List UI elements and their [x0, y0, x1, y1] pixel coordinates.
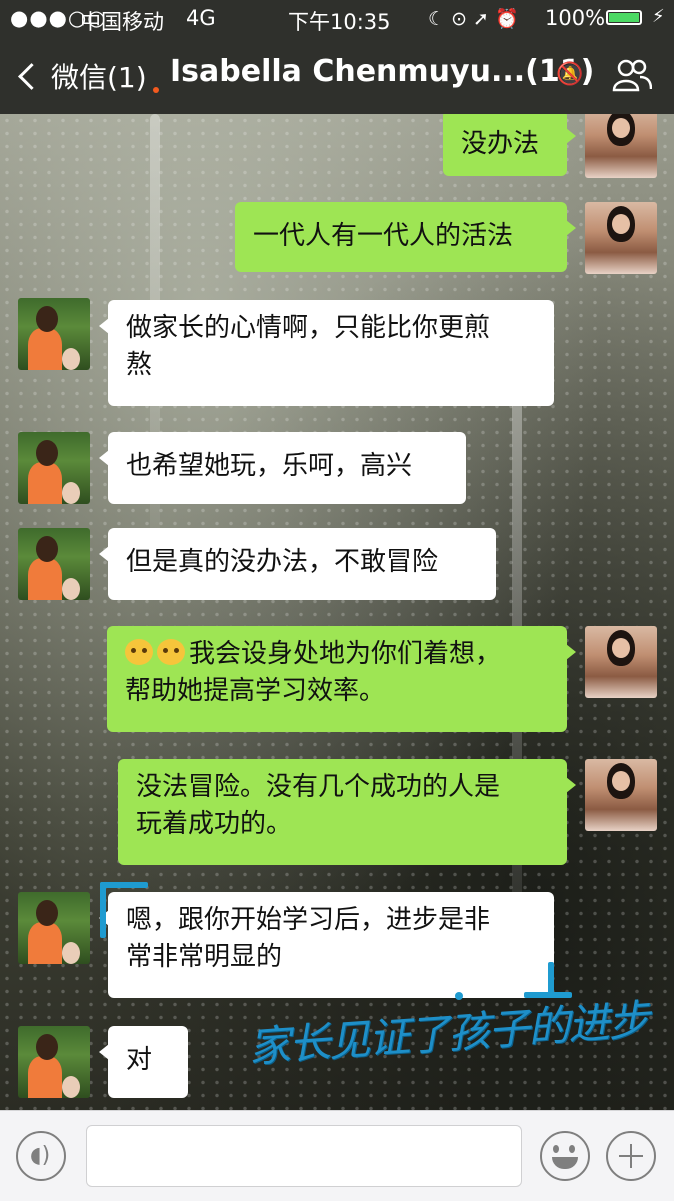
highlight-mark: [100, 882, 106, 938]
message-bubble[interactable]: 一代人有一代人的活法: [235, 202, 576, 272]
chat-title: Isabella Chenmuyu...(11): [170, 54, 595, 89]
message-text: 没办法: [461, 129, 540, 159]
voice-input-button[interactable]: ◖): [16, 1131, 66, 1181]
group-members-icon[interactable]: [612, 58, 652, 92]
message-text: 一代人有一代人的活法: [253, 221, 514, 251]
input-bar: ◖): [0, 1110, 674, 1201]
smiling-face-emoji-icon: [157, 639, 185, 665]
message-text: 做家长的心情啊，只能比你更煎: [126, 313, 491, 343]
message-text: 帮助她提高学习效率。: [125, 676, 386, 706]
network-type: 4G: [186, 6, 216, 30]
avatar[interactable]: [585, 114, 657, 178]
avatar[interactable]: [585, 759, 657, 831]
message-text: 玩着成功的。: [136, 809, 293, 839]
message-text: 对: [126, 1045, 153, 1075]
unread-dot: [153, 87, 159, 93]
avatar[interactable]: [585, 202, 657, 274]
back-label: 微信(1): [51, 61, 147, 94]
message-text: 也希望她玩，乐呵，高兴: [126, 451, 413, 481]
message-bubble[interactable]: 嗯，跟你开始学习后，进步是非 常非常明显的: [99, 892, 554, 998]
message-bubble[interactable]: 也希望她玩，乐呵，高兴: [99, 432, 466, 504]
avatar[interactable]: [585, 626, 657, 698]
chat-header: 微信(1) Isabella Chenmuyu...(11) 🔕: [0, 36, 674, 114]
avatar[interactable]: [18, 528, 90, 600]
message-text: 没法冒险。没有几个成功的人是: [136, 772, 501, 802]
back-button[interactable]: 微信(1): [14, 56, 147, 96]
message-bubble[interactable]: 做家长的心情啊，只能比你更煎 熬: [99, 300, 554, 406]
message-bubble[interactable]: 我会设身处地为你们着想， 帮助她提高学习效率。: [107, 626, 576, 732]
status-bar: ●●●○○ 中国移动 4G 下午10:35 ☾ ⊙ ➚ ⏰ 100% ⚡: [0, 0, 674, 36]
message-bubble[interactable]: 没法冒险。没有几个成功的人是 玩着成功的。: [118, 759, 576, 865]
message-bubble[interactable]: 没办法: [443, 114, 576, 176]
chevron-left-icon: [18, 62, 45, 90]
charging-icon: ⚡: [652, 6, 665, 27]
message-input[interactable]: [86, 1125, 522, 1187]
message-text: 熬: [126, 350, 153, 380]
emoji-button[interactable]: [540, 1131, 590, 1181]
message-text: 但是真的没办法，不敢冒险: [126, 547, 439, 577]
message-text: 嗯，跟你开始学习后，进步是非: [126, 905, 491, 935]
message-list[interactable]: 没办法 一代人有一代人的活法 做家长的心情啊，只能比你更煎 熬 也希望她玩，乐呵…: [0, 114, 674, 1110]
avatar[interactable]: [18, 298, 90, 370]
more-options-button[interactable]: [606, 1131, 656, 1181]
battery-icon: [606, 10, 642, 25]
message-text: 常非常明显的: [126, 942, 283, 972]
avatar[interactable]: [18, 892, 90, 964]
message-bubble[interactable]: 但是真的没办法，不敢冒险: [99, 528, 496, 600]
highlight-mark: [100, 882, 148, 888]
avatar[interactable]: [18, 432, 90, 504]
smiling-face-emoji-icon: [125, 639, 153, 665]
battery-percentage: 100%: [545, 6, 606, 30]
bell-muted-icon: 🔕: [556, 62, 584, 87]
voice-icon: ◖): [30, 1143, 51, 1168]
message-bubble[interactable]: 对: [99, 1026, 188, 1098]
message-text: 我会设身处地为你们着想，: [189, 639, 502, 669]
status-icons: ☾ ⊙ ➚ ⏰: [428, 8, 519, 30]
clock: 下午10:35: [288, 10, 391, 34]
carrier-name: 中国移动: [80, 10, 164, 34]
avatar[interactable]: [18, 1026, 90, 1098]
